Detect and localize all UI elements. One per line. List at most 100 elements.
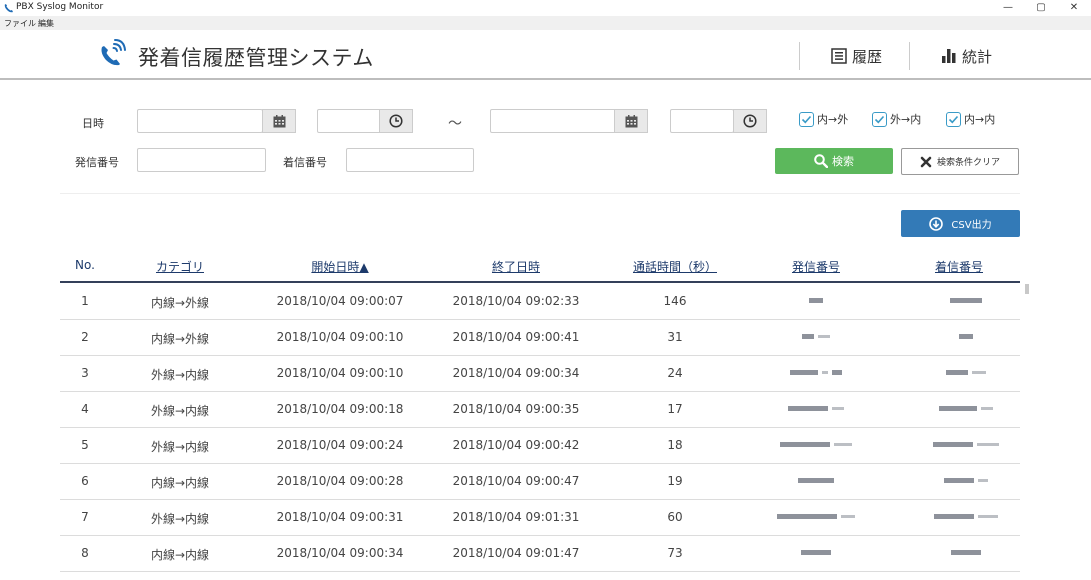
checkbox-internal-to-internal[interactable]: 内→内 [946, 110, 995, 128]
cell-callee-number-redacted [946, 365, 986, 381]
section-divider [60, 193, 1020, 194]
list-icon [831, 48, 847, 64]
cell-start-time: 2018/10/04 09:00:24 [276, 438, 404, 452]
minimize-button[interactable]: — [996, 0, 1020, 16]
bar-chart-icon [942, 49, 956, 63]
cell-start-time: 2018/10/04 09:00:07 [276, 294, 404, 308]
table-row[interactable]: 2 内線→外線 2018/10/04 09:00:10 2018/10/04 09:0… [60, 320, 1020, 356]
cell-category: 外線→内線 [150, 512, 210, 526]
table-row[interactable]: 6 内線→内線 2018/10/04 09:00:28 2018/10/04 09:0… [60, 464, 1020, 500]
table-row[interactable]: 3 外線→内線 2018/10/04 09:00:10 2018/10/04 09:0… [60, 356, 1020, 392]
nav-history[interactable]: 履歴 [831, 44, 882, 68]
close-icon [920, 156, 932, 167]
cell-callee-number-redacted [951, 545, 981, 561]
table-row[interactable]: 7 外線→内線 2018/10/04 09:00:31 2018/10/04 09:0… [60, 500, 1020, 536]
cell-caller-number-redacted [788, 401, 844, 417]
clear-conditions-button[interactable]: 検索条件クリア [901, 148, 1019, 175]
from-date-input[interactable] [137, 109, 263, 133]
from-time-input[interactable] [317, 109, 381, 133]
maximize-button[interactable]: ▢ [1029, 0, 1053, 16]
column-header-callee-number[interactable]: 着信番号 [919, 258, 999, 275]
to-date-input[interactable] [490, 109, 616, 133]
cell-start-time: 2018/10/04 09:00:10 [276, 366, 404, 380]
cell-caller-number-redacted [798, 473, 834, 489]
cell-duration: 73 [667, 546, 683, 560]
cell-start-time: 2018/10/04 09:00:10 [276, 330, 404, 344]
clock-icon [743, 114, 757, 128]
phone-logo-icon [101, 39, 126, 66]
menu-file[interactable]: ファイル [4, 18, 36, 29]
cell-duration: 24 [667, 366, 683, 380]
cell-duration: 60 [667, 510, 683, 524]
table-header: No. カテゴリ 開始日時▲ 終了日時 通話時間（秒） 発信番号 着信番号 [60, 255, 1020, 283]
to-date-picker-button[interactable] [614, 109, 648, 133]
cell-start-time: 2018/10/04 09:00:31 [276, 510, 404, 524]
check-icon [946, 111, 961, 127]
column-header-end-time[interactable]: 終了日時 [456, 258, 576, 275]
checkbox-label: 内→内 [964, 113, 996, 126]
search-icon [814, 154, 828, 168]
app-header: 発着信履歴管理システム 履歴 統計 [0, 30, 1091, 80]
table-row[interactable]: 8 内線→内線 2018/10/04 09:00:34 2018/10/04 09:0… [60, 536, 1020, 572]
cell-callee-number-redacted [959, 329, 973, 345]
to-time-picker-button[interactable] [733, 109, 767, 133]
caller-number-label: 発信番号 [75, 156, 119, 169]
cell-callee-number-redacted [933, 437, 999, 453]
nav-history-label: 履歴 [852, 47, 883, 66]
csv-export-button[interactable]: CSV出力 [901, 210, 1020, 237]
calendar-icon [273, 114, 285, 127]
cell-callee-number-redacted [934, 509, 998, 525]
csv-button-label: CSV出力 [951, 220, 992, 231]
column-header-duration[interactable]: 通話時間（秒） [625, 258, 725, 275]
table-row[interactable]: 4 外線→内線 2018/10/04 09:00:18 2018/10/04 09:0… [60, 392, 1020, 428]
to-time-input[interactable] [670, 109, 734, 133]
table-row[interactable]: 5 外線→内線 2018/10/04 09:00:24 2018/10/04 09:0… [60, 428, 1020, 464]
cell-category: 内線→外線 [150, 296, 210, 310]
cell-caller-number-redacted [790, 365, 842, 381]
window-title: PBX Syslog Monitor [16, 2, 104, 12]
app-title: 発着信履歴管理システム [138, 46, 374, 70]
scrollbar-thumb[interactable] [1025, 284, 1029, 294]
cell-no: 2 [81, 330, 89, 344]
cell-caller-number-redacted [777, 509, 855, 525]
cell-callee-number-redacted [944, 473, 988, 489]
cell-category: 内線→内線 [150, 548, 210, 562]
close-button[interactable]: ✕ [1062, 0, 1086, 16]
cell-no: 8 [81, 546, 89, 560]
checkbox-internal-to-external[interactable]: 内→外 [799, 110, 848, 128]
cell-start-time: 2018/10/04 09:00:28 [276, 474, 404, 488]
cell-end-time: 2018/10/04 09:00:35 [452, 402, 580, 416]
cell-end-time: 2018/10/04 09:00:47 [452, 474, 580, 488]
column-header-caller-number[interactable]: 発信番号 [776, 258, 856, 275]
checkbox-label: 外→内 [890, 113, 922, 126]
clear-button-label: 検索条件クリア [936, 158, 1000, 168]
cell-category: 内線→内線 [150, 476, 210, 490]
cell-start-time: 2018/10/04 09:00:34 [276, 546, 404, 560]
cell-callee-number-redacted [939, 401, 993, 417]
window-titlebar: PBX Syslog Monitor — ▢ ✕ [0, 0, 1091, 16]
nav-statistics[interactable]: 統計 [941, 44, 992, 68]
check-icon [799, 111, 814, 127]
cell-end-time: 2018/10/04 09:00:42 [452, 438, 580, 452]
column-header-no: No. [75, 258, 95, 272]
column-header-start-time[interactable]: 開始日時▲ [280, 258, 400, 275]
from-date-picker-button[interactable] [262, 109, 296, 133]
from-time-picker-button[interactable] [379, 109, 413, 133]
column-header-category[interactable]: カテゴリ [140, 258, 220, 275]
search-button[interactable]: 検索 [775, 148, 893, 174]
menu-edit[interactable]: 編集 [38, 18, 54, 29]
cell-callee-number-redacted [950, 293, 982, 309]
cell-no: 5 [81, 438, 89, 452]
cell-caller-number-redacted [780, 437, 852, 453]
cell-category: 外線→内線 [150, 440, 210, 454]
cell-duration: 19 [667, 474, 683, 488]
cell-no: 4 [81, 402, 89, 416]
caller-number-input[interactable] [137, 148, 266, 172]
table-row[interactable]: 1 内線→外線 2018/10/04 09:00:07 2018/10/04 09:0… [60, 284, 1020, 320]
cell-category: 外線→内線 [150, 404, 210, 418]
callee-number-input[interactable] [346, 148, 474, 172]
cell-end-time: 2018/10/04 09:01:47 [452, 546, 580, 560]
cell-end-time: 2018/10/04 09:00:34 [452, 366, 580, 380]
checkbox-external-to-internal[interactable]: 外→内 [872, 110, 921, 128]
calendar-icon [625, 114, 637, 127]
